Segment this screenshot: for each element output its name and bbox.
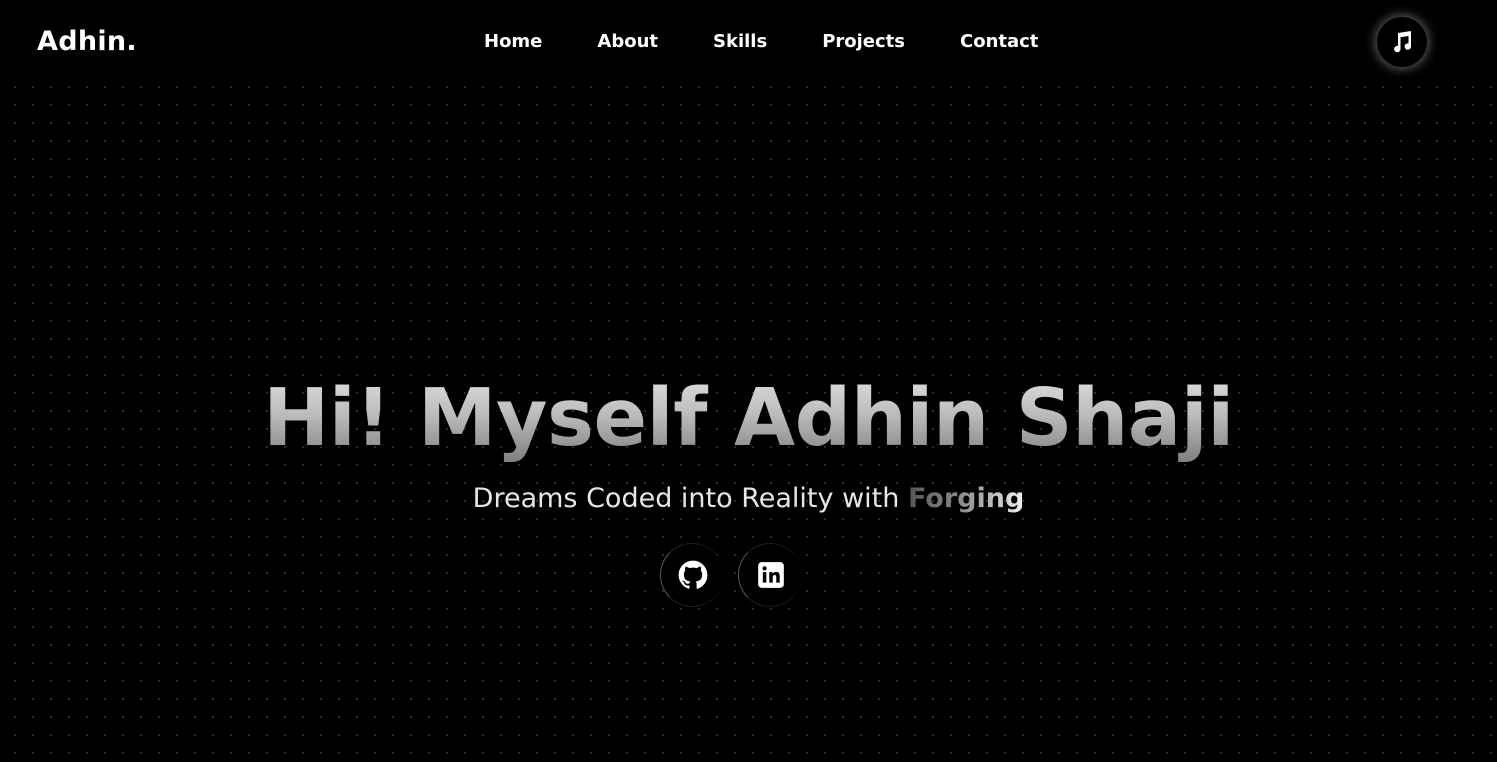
nav-projects[interactable]: Projects <box>822 29 905 55</box>
linkedin-icon <box>757 562 784 588</box>
tagline-text: Dreams Coded into Reality with <box>472 483 908 514</box>
hero-title: Hi! Myself Adhin Shaji <box>0 370 1497 466</box>
social-links <box>660 543 802 607</box>
main-nav: Home About Skills Projects Contact <box>484 29 1038 55</box>
page: Adhin. Home About Skills Projects Contac… <box>0 0 1497 762</box>
music-toggle-button[interactable] <box>1377 17 1427 67</box>
github-link[interactable] <box>660 543 724 607</box>
github-icon <box>678 560 707 589</box>
music-note-icon <box>1394 31 1412 53</box>
nav-skills[interactable]: Skills <box>713 29 767 55</box>
hero-tagline: Dreams Coded into Reality with Forging <box>0 481 1497 517</box>
nav-about[interactable]: About <box>597 29 658 55</box>
linkedin-link[interactable] <box>738 543 802 607</box>
nav-contact[interactable]: Contact <box>960 29 1038 55</box>
tagline-typed-word: Forging <box>907 483 1025 514</box>
site-logo[interactable]: Adhin. <box>37 25 137 59</box>
nav-home[interactable]: Home <box>484 29 542 55</box>
